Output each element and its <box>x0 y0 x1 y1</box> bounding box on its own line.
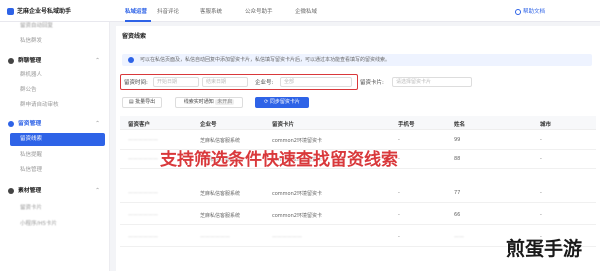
help-docs-label: 帮助文档 <box>523 9 546 15</box>
help-icon <box>515 8 521 15</box>
cell-city: - <box>540 156 542 162</box>
realtime-notify-label: 线索实时通知 <box>183 99 214 105</box>
cell-name: 66 <box>454 212 461 218</box>
batch-export-button[interactable]: ▤ 批量导出 <box>122 97 162 108</box>
group-chat-icon <box>8 57 14 64</box>
cell-phone: - <box>398 156 400 162</box>
table-header: 留资客户 企业号 留资卡片 手机号 姓名 城市 <box>120 116 596 130</box>
page-title: 留资线索 <box>122 33 147 40</box>
cell-city: - <box>540 137 542 143</box>
tab-douyin-comments[interactable]: 抖音评论 <box>157 7 179 15</box>
active-tab-indicator <box>125 20 151 22</box>
realtime-notify-toggle[interactable]: 线索实时通知 未开启 <box>175 97 243 108</box>
account-select[interactable]: 全部 <box>280 77 352 87</box>
column-header-account: 企业号 <box>200 122 217 128</box>
cell-phone: - <box>398 234 400 240</box>
notice-text: 可以在私信页面及，私信自动回复中添加留资卡片，私信填写留资卡片后，可以通过本功能… <box>140 57 391 63</box>
chevron-up-icon: ⌃ <box>95 121 100 127</box>
column-header-customer: 留资客户 <box>128 122 151 128</box>
sidebar: 留资自动回复 私信群发 群聊管理 ⌃ 群机器人 群公告 群申请自动审核 留资管理 ⌃… <box>0 22 110 271</box>
app-brand[interactable]: 芝麻企业号私域助手 <box>7 6 71 15</box>
cell-account: —————— <box>200 234 230 240</box>
cell-customer: —————— <box>128 156 158 162</box>
cell-name: 99 <box>454 137 461 143</box>
tab-official-account[interactable]: 公众号助手 <box>245 7 273 15</box>
cell-customer: —————— <box>128 234 158 240</box>
lead-card-select[interactable]: 请选择留资卡片 <box>392 77 472 87</box>
tab-customer-service[interactable]: 客服系统 <box>200 7 222 15</box>
sync-lead-card-button[interactable]: ⟳ 同步留资卡片 <box>255 97 309 108</box>
cell-name: —— <box>454 234 464 240</box>
tab-private-ops[interactable]: 私域运营 <box>125 7 147 15</box>
sidebar-item-message-management[interactable]: 私信管理 <box>0 164 110 177</box>
cell-customer: —————— <box>128 190 158 196</box>
column-header-city: 城市 <box>540 122 552 128</box>
column-header-name: 姓名 <box>454 122 466 128</box>
cell-card: —————— <box>272 234 302 240</box>
cell-city: - <box>540 190 542 196</box>
cell-phone: - <box>398 212 400 218</box>
sidebar-item-lead-card[interactable]: 留资卡片 <box>0 202 110 215</box>
sidebar-item-group-auto-review[interactable]: 群申请自动审核 <box>0 99 110 112</box>
tab-wecom-private[interactable]: 企微私域 <box>295 7 317 15</box>
app-logo-icon <box>7 8 14 15</box>
sidebar-item-miniapp-card[interactable]: 小程序/H5卡片 <box>0 218 110 231</box>
site-watermark: 煎蛋手游 <box>506 238 583 260</box>
end-date-input[interactable]: 结束日期 <box>202 77 248 87</box>
lead-card-label: 留资卡片: <box>360 80 384 86</box>
table-row[interactable]: —————— 芝麻私信客服系统 common2环境留资卡 - 77 - <box>120 184 596 203</box>
top-bar: 芝麻企业号私域助手 私域运营 抖音评论 客服系统 公众号助手 企微私域 帮助文档 <box>0 0 600 22</box>
cell-account: 芝麻私信客服系统 <box>200 213 241 219</box>
help-docs-link[interactable]: 帮助文档 <box>515 7 545 15</box>
sidebar-group-materials[interactable]: 素材管理 ⌃ <box>0 184 110 198</box>
start-date-input[interactable]: 开始日期 <box>153 77 199 87</box>
chevron-up-icon: ⌃ <box>95 188 100 194</box>
cell-city: - <box>540 212 542 218</box>
cell-phone: - <box>398 190 400 196</box>
sidebar-item-message-broadcast[interactable]: 私信群发 <box>0 35 110 48</box>
table-row[interactable]: —————— 芝麻私信客服系统 common2环境留资卡 - 66 - <box>120 206 596 225</box>
sidebar-group-label: 素材管理 <box>18 188 42 194</box>
account-label: 企业号: <box>255 80 274 86</box>
lead-time-label: 留资时间: <box>124 80 148 86</box>
cell-customer: —————— <box>128 137 158 143</box>
materials-icon <box>8 187 14 194</box>
info-notice: 可以在私信页面及，私信自动回复中添加留资卡片，私信填写留资卡片后，可以通过本功能… <box>122 54 592 66</box>
sidebar-item-group-bot[interactable]: 群机器人 <box>0 69 110 82</box>
feature-caption-overlay: 支持筛选条件快速查找留资线索 <box>160 150 398 170</box>
cell-name: 77 <box>454 190 461 196</box>
batch-export-label: 批量导出 <box>135 99 156 105</box>
chevron-up-icon: ⌃ <box>95 58 100 64</box>
sidebar-group-label: 群聊管理 <box>18 58 42 64</box>
info-icon <box>128 57 134 63</box>
column-header-card: 留资卡片 <box>272 122 295 128</box>
sidebar-item-group-notice[interactable]: 群公告 <box>0 84 110 97</box>
sync-lead-card-label: 同步留资卡片 <box>269 99 300 105</box>
cell-card: common2环境留资卡 <box>272 138 322 144</box>
lead-management-icon <box>8 120 14 127</box>
cell-customer: —————— <box>128 212 158 218</box>
cell-account: 芝麻私信客服系统 <box>200 138 241 144</box>
sidebar-group-group-chat[interactable]: 群聊管理 ⌃ <box>0 54 110 68</box>
sidebar-item-lead-auto-reply[interactable]: 留资自动回复 <box>0 20 110 33</box>
sidebar-item-lead-clues[interactable]: 留资线索 <box>10 133 105 146</box>
realtime-notify-status: 未开启 <box>215 99 235 105</box>
cell-name: 88 <box>454 156 461 162</box>
cell-account: 芝麻私信客服系统 <box>200 191 241 197</box>
sidebar-item-message-reminder[interactable]: 私信提醒 <box>0 149 110 162</box>
cell-card: common2环境留资卡 <box>272 213 322 219</box>
cell-phone: - <box>398 137 400 143</box>
app-brand-label: 芝麻企业号私域助手 <box>17 8 72 15</box>
sidebar-group-label: 留资管理 <box>18 121 42 127</box>
sidebar-group-lead-management[interactable]: 留资管理 ⌃ <box>0 117 110 131</box>
cell-card: common2环境留资卡 <box>272 191 322 197</box>
column-header-phone: 手机号 <box>398 122 415 128</box>
